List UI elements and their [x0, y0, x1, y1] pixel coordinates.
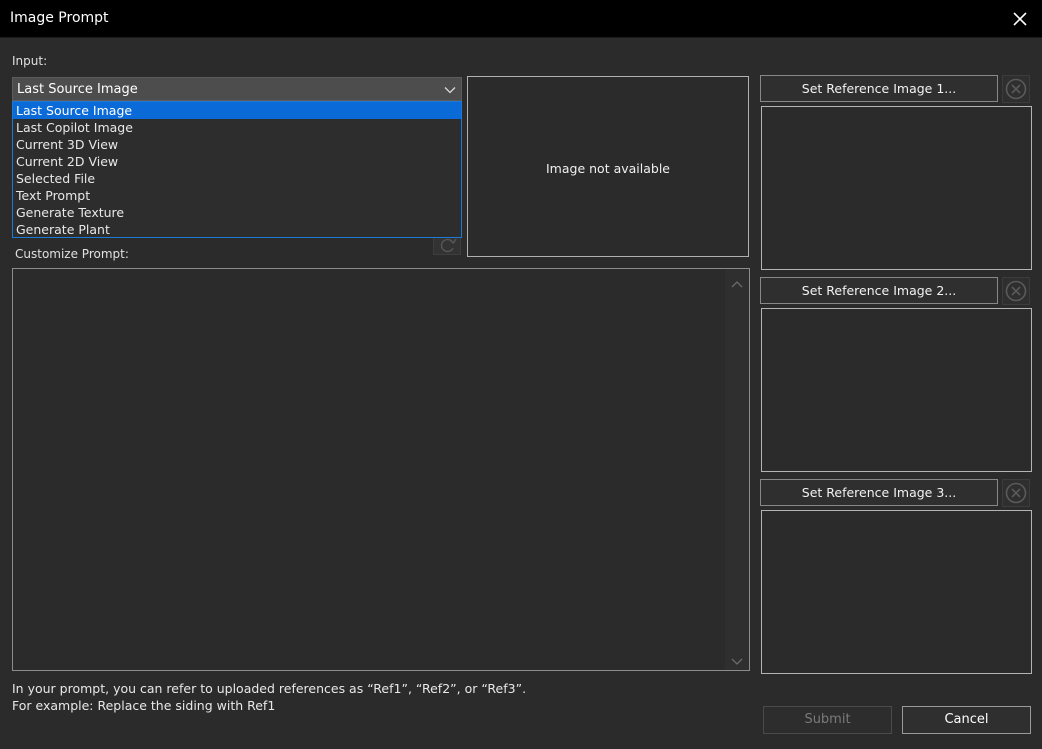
cancel-button[interactable]: Cancel	[902, 706, 1031, 734]
prompt-textarea[interactable]	[12, 268, 750, 671]
prompt-scrollbar[interactable]	[725, 269, 749, 670]
clear-circle-icon	[1005, 78, 1027, 100]
input-label: Input:	[12, 54, 48, 68]
dropdown-option[interactable]: Last Copilot Image	[13, 119, 461, 136]
submit-button[interactable]: Submit	[763, 706, 892, 734]
dropdown-option[interactable]: Generate Texture	[13, 204, 461, 221]
dropdown-option[interactable]: Current 3D View	[13, 136, 461, 153]
reference-image-1-preview	[761, 106, 1032, 270]
set-reference-image-2-button[interactable]: Set Reference Image 2...	[760, 277, 998, 304]
prompt-label: Customize Prompt:	[15, 247, 129, 261]
chevron-down-icon	[444, 84, 456, 96]
reference-image-3-preview	[761, 510, 1032, 674]
input-dropdown-list: Last Source Image Last Copilot Image Cur…	[12, 101, 462, 238]
clear-circle-icon	[1005, 482, 1027, 504]
clear-reference-1-button[interactable]	[1002, 75, 1030, 103]
reference-image-2-preview	[761, 308, 1032, 472]
dropdown-option[interactable]: Selected File	[13, 170, 461, 187]
clear-reference-2-button[interactable]	[1002, 277, 1030, 305]
dropdown-option[interactable]: Text Prompt	[13, 187, 461, 204]
set-reference-image-3-button[interactable]: Set Reference Image 3...	[760, 479, 998, 506]
window-title: Image Prompt	[10, 10, 109, 26]
dropdown-option[interactable]: Last Source Image	[13, 102, 461, 119]
close-icon[interactable]	[1010, 9, 1030, 29]
image-preview: Image not available	[467, 76, 749, 257]
input-select[interactable]: Last Source Image	[12, 77, 462, 101]
hint-text-line-2: For example: Replace the siding with Ref…	[12, 698, 276, 713]
dropdown-option[interactable]: Current 2D View	[13, 153, 461, 170]
scroll-up-icon[interactable]	[731, 277, 743, 288]
scroll-down-icon[interactable]	[731, 655, 743, 665]
clear-reference-3-button[interactable]	[1002, 479, 1030, 507]
input-select-value: Last Source Image	[17, 82, 138, 97]
title-bar: Image Prompt	[0, 0, 1042, 38]
hint-text-line-1: In your prompt, you can refer to uploade…	[12, 681, 527, 696]
preview-placeholder-text: Image not available	[546, 161, 670, 176]
clear-circle-icon	[1005, 280, 1027, 302]
set-reference-image-1-button[interactable]: Set Reference Image 1...	[760, 75, 998, 102]
dropdown-option[interactable]: Generate Plant	[13, 221, 461, 238]
